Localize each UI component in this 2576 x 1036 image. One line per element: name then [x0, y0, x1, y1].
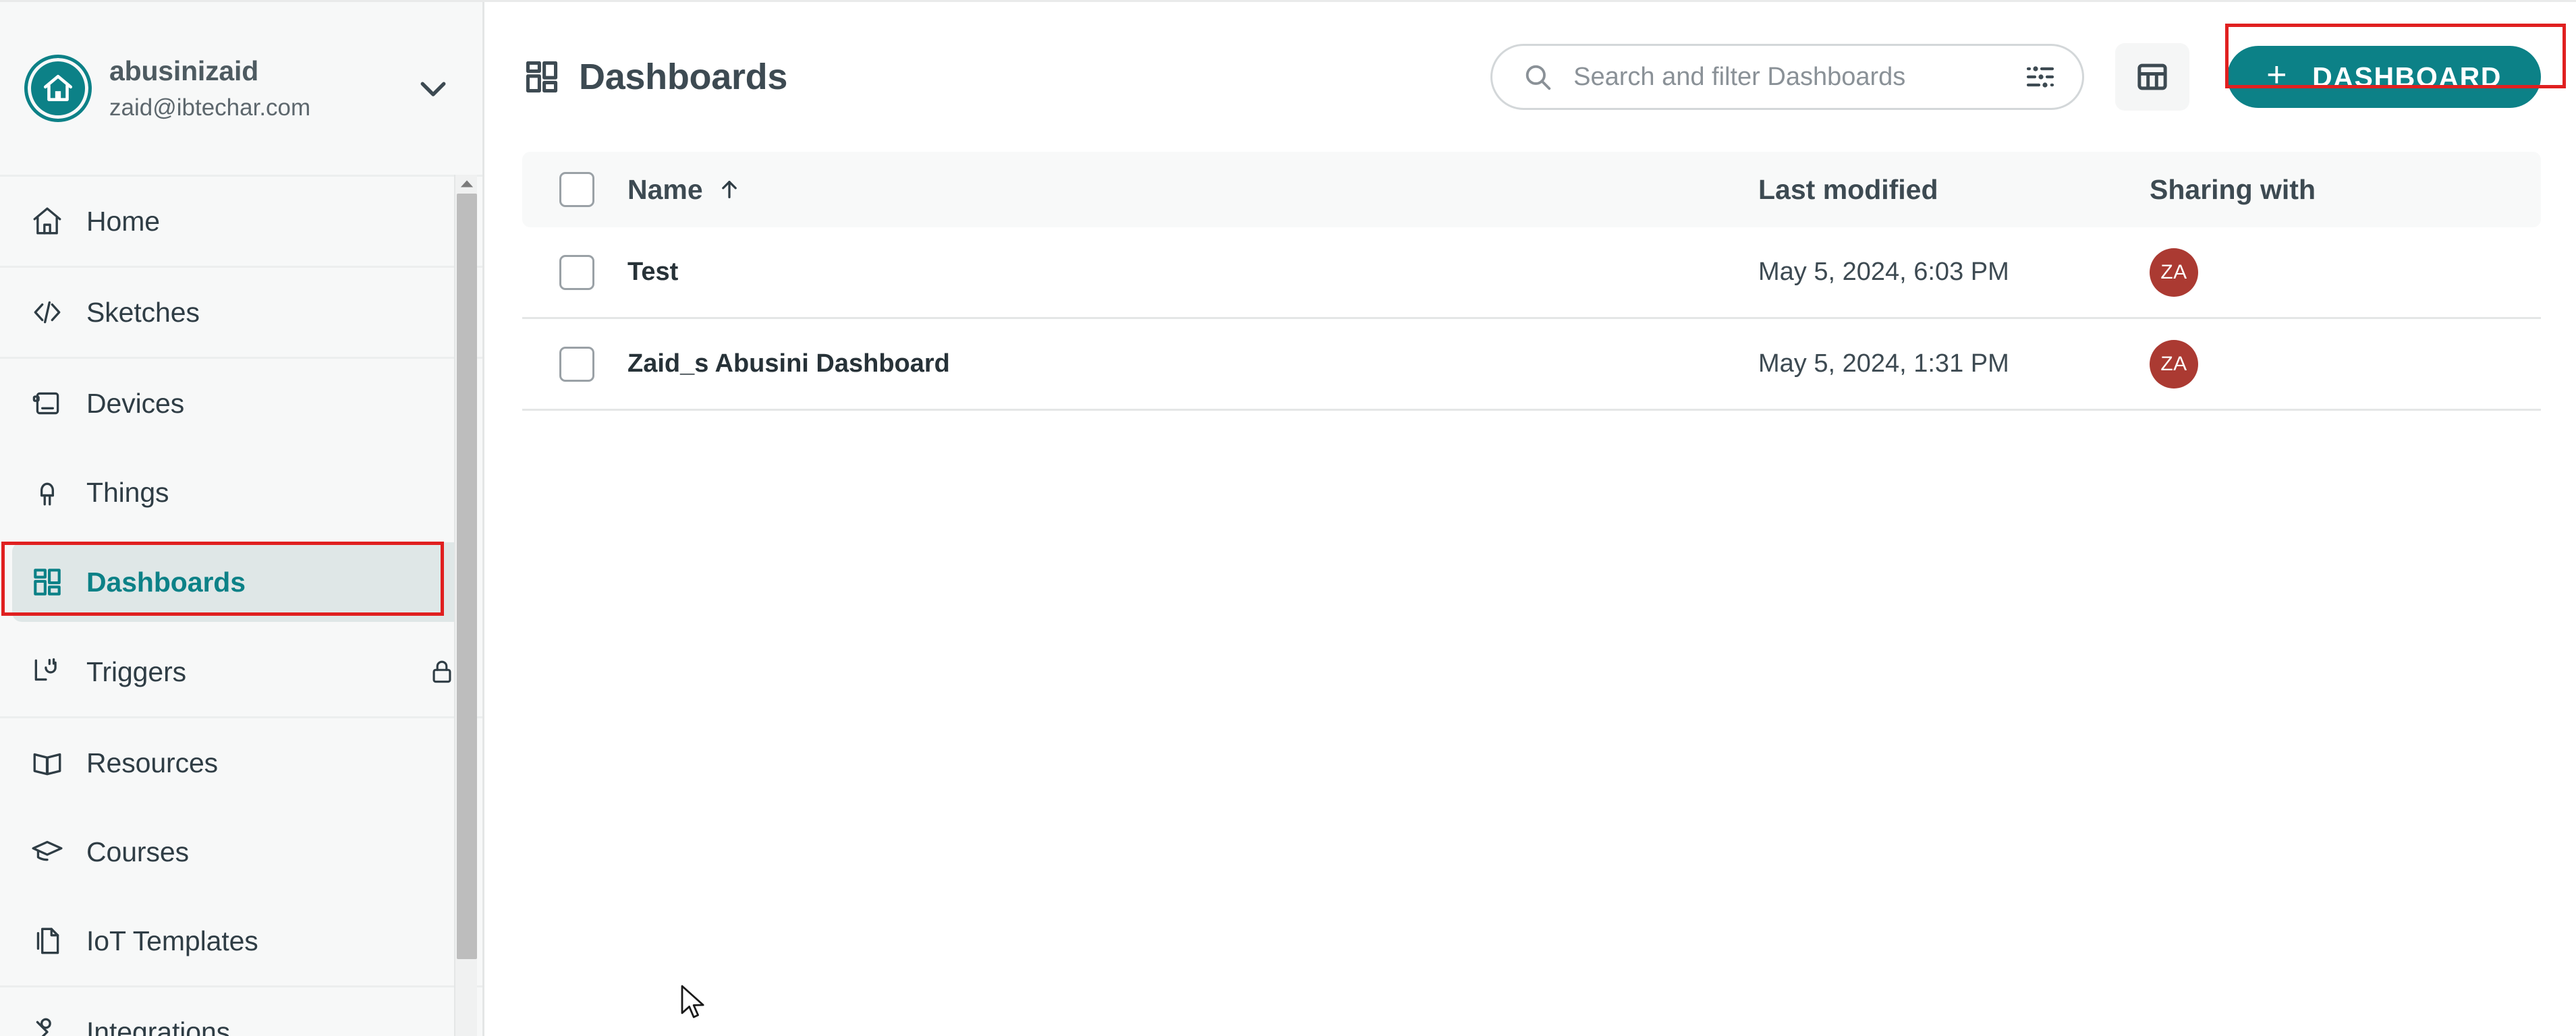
row-select-cell: [522, 346, 625, 382]
lock-icon: [427, 657, 457, 687]
sidebar-item-iot-templates[interactable]: IoT Templates: [0, 896, 482, 985]
book-icon: [30, 745, 65, 780]
search-input[interactable]: [1573, 62, 2005, 92]
home-icon: [30, 204, 65, 239]
sidebar-item-home[interactable]: Home: [0, 177, 482, 266]
sidebar-item-label: IoT Templates: [86, 925, 258, 956]
plus-icon: +: [2266, 55, 2289, 95]
add-dashboard-label: DASHBOARD: [2312, 61, 2502, 92]
home-icon: [41, 71, 75, 105]
dashboard-name-link[interactable]: Test: [627, 258, 678, 287]
dashboard-grid-icon: [30, 565, 65, 600]
avatar[interactable]: ZA: [2150, 248, 2198, 297]
column-header-name[interactable]: Name: [625, 174, 1758, 206]
sidebar-item-label: Resources: [86, 747, 219, 778]
sidebar-item-dashboards-wrap: Dashboards: [0, 537, 482, 627]
dashboards-table: Name Last modified Sharing with Test May…: [484, 152, 2576, 411]
row-last-modified: May 5, 2024, 6:03 PM: [1758, 258, 2009, 286]
sidebar-scrollbar[interactable]: [454, 175, 477, 1036]
sidebar-item-integrations[interactable]: Integrations: [0, 987, 482, 1036]
sidebar-item-label: Home: [86, 205, 160, 237]
thing-bulb-icon: [30, 475, 65, 510]
copy-pages-icon: [30, 923, 65, 958]
add-dashboard-button[interactable]: + DASHBOARD: [2227, 46, 2541, 108]
search-icon: [1522, 61, 1553, 92]
sidebar-item-triggers[interactable]: Triggers: [0, 627, 482, 716]
sidebar-item-label: Integrations: [86, 1016, 231, 1036]
row-select-cell: [522, 254, 625, 290]
sidebar-item-label: Triggers: [86, 656, 187, 687]
select-all-checkbox[interactable]: [559, 172, 594, 207]
graduation-cap-icon: [30, 834, 65, 869]
sidebar-item-label: Sketches: [86, 296, 200, 328]
integrations-icon: [30, 1014, 65, 1036]
sidebar-item-label: Courses: [86, 836, 189, 867]
row-sharing-cell: ZA: [2150, 339, 2541, 388]
code-brackets-icon: [30, 295, 65, 330]
toolbar: Dashboards Search and filter Dashboards …: [484, 2, 2576, 152]
sidebar-item-resources[interactable]: Resources: [0, 718, 482, 807]
sidebar-item-dashboards[interactable]: Dashboards: [12, 542, 470, 623]
nav-group: Sketches: [0, 266, 482, 357]
app-root: abusinizaid zaid@ibtechar.com Home Sketc…: [0, 0, 2576, 1036]
row-name-cell: Zaid_s Abusini Dashboard: [625, 349, 1758, 378]
sidebar-item-sketches[interactable]: Sketches: [0, 268, 482, 357]
column-header-last-modified[interactable]: Last modified: [1758, 174, 2150, 206]
dashboard-name-link[interactable]: Zaid_s Abusini Dashboard: [627, 349, 950, 378]
sidebar-nav: Home Sketches Devices Things Dashboards …: [0, 175, 482, 1036]
column-header-name-label: Name: [627, 173, 703, 205]
row-last-modified: May 5, 2024, 1:31 PM: [1758, 349, 2009, 378]
filter-sliders-icon[interactable]: [2024, 61, 2056, 93]
sidebar-item-devices[interactable]: Devices: [0, 359, 482, 448]
device-board-icon: [30, 386, 65, 421]
nav-group: Resources Courses IoT Templates: [0, 716, 482, 985]
sidebar-item-label: Things: [86, 476, 169, 508]
trigger-plug-icon: [30, 654, 65, 689]
page-title-group: Dashboards: [522, 56, 787, 98]
sidebar-item-label: Devices: [86, 387, 185, 419]
row-checkbox[interactable]: [559, 254, 594, 290]
sidebar-item-label: Dashboards: [86, 566, 246, 598]
row-checkbox[interactable]: [559, 346, 594, 382]
account-switcher[interactable]: abusinizaid zaid@ibtechar.com: [0, 2, 482, 175]
account-avatar: [24, 55, 92, 123]
dashboard-grid-icon: [522, 57, 561, 96]
scrollbar-thumb[interactable]: [457, 194, 477, 960]
view-toggle-button[interactable]: [2115, 43, 2190, 111]
page-title: Dashboards: [579, 57, 788, 97]
main-content: Dashboards Search and filter Dashboards …: [484, 2, 2576, 1036]
table-header-row: Name Last modified Sharing with: [522, 152, 2541, 227]
scroll-up-arrow-icon[interactable]: [455, 175, 478, 192]
account-name: abusinizaid: [109, 55, 259, 86]
nav-group: Integrations: [0, 985, 482, 1036]
nav-group: Home: [0, 175, 482, 266]
nav-group: Devices Things Dashboards Triggers: [0, 357, 482, 716]
table-row[interactable]: Zaid_s Abusini Dashboard May 5, 2024, 1:…: [522, 319, 2541, 411]
sidebar-item-courses[interactable]: Courses: [0, 807, 482, 896]
chevron-down-icon[interactable]: [415, 70, 455, 107]
table-row[interactable]: Test May 5, 2024, 6:03 PM ZA: [522, 227, 2541, 319]
table-layout-icon: [2134, 59, 2171, 95]
sort-ascending-icon: [718, 177, 741, 202]
column-header-sharing-with[interactable]: Sharing with: [2150, 174, 2541, 206]
avatar[interactable]: ZA: [2150, 339, 2198, 388]
row-sharing-cell: ZA: [2150, 248, 2541, 297]
account-email: zaid@ibtechar.com: [109, 94, 311, 121]
search-box[interactable]: [1490, 44, 2085, 110]
sidebar-item-things[interactable]: Things: [0, 448, 482, 537]
sidebar-nav-scroll: Home Sketches Devices Things Dashboards …: [0, 175, 482, 1036]
sidebar: abusinizaid zaid@ibtechar.com Home Sketc…: [0, 2, 484, 1036]
row-name-cell: Test: [625, 258, 1758, 287]
select-all-cell: [522, 172, 625, 207]
